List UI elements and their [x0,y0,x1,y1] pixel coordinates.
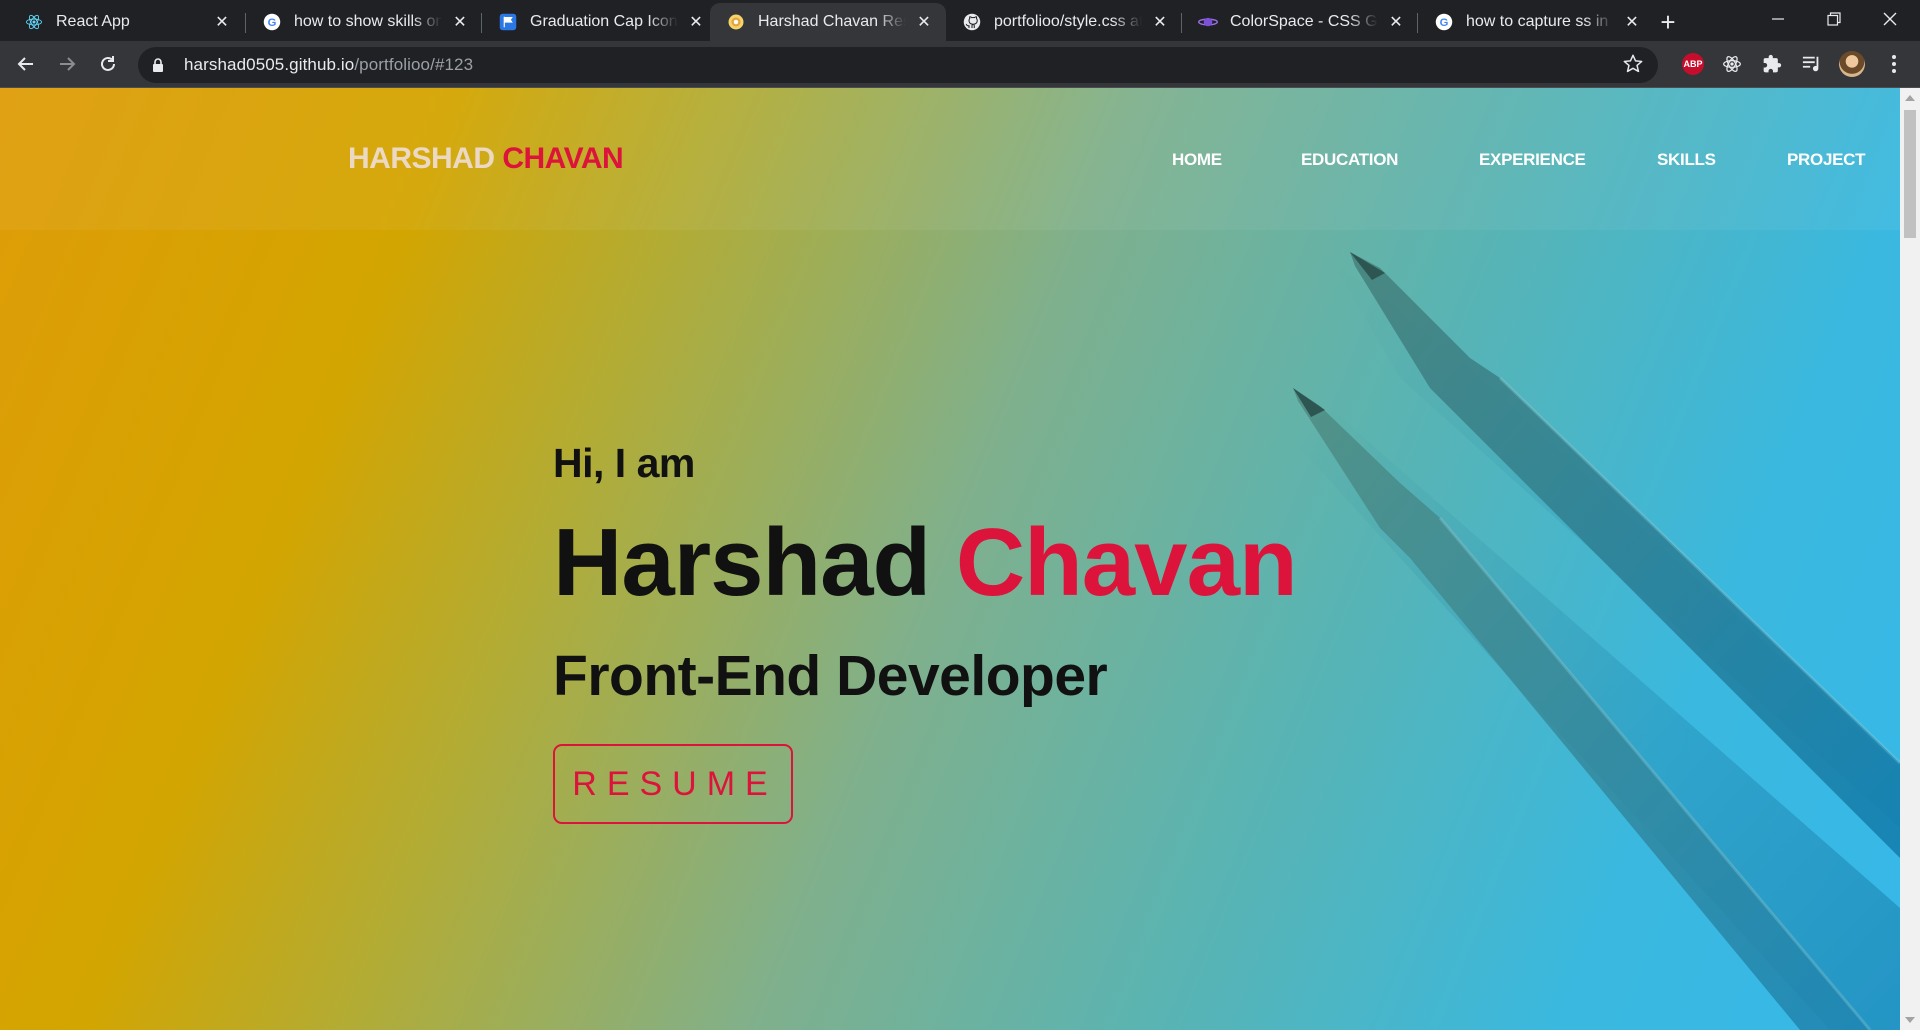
close-icon[interactable]: ✕ [450,12,470,32]
address-bar[interactable]: harshad0505.github.io/portfolioo/#123 [138,47,1658,83]
avatar [1839,51,1865,77]
close-icon[interactable]: ✕ [686,12,706,32]
nav-link-skills[interactable]: SKILLS [1657,150,1716,170]
scroll-up-arrow-icon[interactable] [1905,95,1915,101]
page-scrollbar[interactable] [1900,88,1920,1030]
site-navbar: HARSHAD CHAVAN HOME EDUCATION EXPERIENCE… [0,88,1900,230]
url-host: harshad0505.github.io [184,55,355,74]
browser-tab[interactable]: React App ✕ [8,3,244,41]
back-arrow-icon[interactable] [10,48,42,80]
scroll-down-arrow-icon[interactable] [1905,1017,1915,1023]
tab-title: Harshad Chavan Resum [758,13,906,30]
minimize-icon[interactable] [1750,0,1806,38]
profile-avatar[interactable] [1838,50,1866,78]
browser-toolbar: harshad0505.github.io/portfolioo/#123 AB… [0,41,1920,88]
close-icon[interactable]: ✕ [1622,12,1642,32]
browser-tab-active[interactable]: Harshad Chavan Resum ✕ [710,3,946,41]
github-icon [962,12,982,32]
nav-link-project[interactable]: PROJECT [1787,150,1866,170]
lock-icon [152,57,166,73]
close-icon[interactable]: ✕ [212,12,232,32]
tab-title: how to show skills on w [294,13,442,30]
resume-button[interactable]: RESUME [553,744,793,824]
window-close-icon[interactable] [1862,0,1918,38]
media-queue-icon[interactable] [1798,50,1826,78]
brand-first-name: HARSHAD [348,142,495,175]
google-icon: G [1434,12,1454,32]
tab-title: how to capture ss in lap [1466,13,1614,30]
hero-name: Harshad Chavan [553,508,1298,618]
extensions-puzzle-icon[interactable] [1758,50,1786,78]
job-title: Front-End Developer [553,644,1108,708]
colorspace-icon [1198,12,1218,32]
react-devtools-icon[interactable] [1718,50,1746,78]
url-text: harshad0505.github.io/portfolioo/#123 [184,55,473,75]
close-icon[interactable]: ✕ [1150,12,1170,32]
bookmark-star-icon[interactable] [1622,53,1644,80]
adblock-label: ABP [1682,53,1704,75]
browser-tab[interactable]: G how to show skills on w ✕ [246,3,482,41]
hero-section: HARSHAD CHAVAN HOME EDUCATION EXPERIENCE… [0,88,1900,1030]
close-icon[interactable]: ✕ [1386,12,1406,32]
hero-first-name: Harshad [553,509,931,616]
nav-link-education[interactable]: EDUCATION [1301,150,1398,170]
url-path: /portfolioo/#123 [354,55,474,74]
tab-title: portfolioo/style.css at m [994,13,1142,30]
greeting-text: Hi, I am [553,440,695,486]
react-icon [24,12,44,32]
browser-tab[interactable]: Graduation Cap Icon | F ✕ [482,3,718,41]
forward-arrow-icon[interactable] [51,48,83,80]
site-favicon [726,12,746,32]
site-logo[interactable]: HARSHAD CHAVAN [348,142,624,176]
more-menu-icon[interactable] [1880,50,1908,78]
nav-link-home[interactable]: HOME [1172,150,1222,170]
svg-text:G: G [268,17,277,29]
tab-title: ColorSpace - CSS Grad [1230,13,1378,30]
adblock-icon[interactable]: ABP [1679,50,1707,78]
restore-icon[interactable] [1806,0,1862,38]
google-icon: G [262,12,282,32]
hero-last-name: Chavan [955,509,1298,616]
new-tab-button[interactable]: + [1652,6,1684,38]
tab-strip: React App ✕ G how to show skills on w ✕ … [0,0,1920,41]
scrollbar-thumb[interactable] [1904,110,1916,238]
brand-last-name: CHAVAN [502,142,624,175]
tab-title: React App [56,13,130,30]
browser-tab[interactable]: G how to capture ss in lap ✕ [1418,3,1654,41]
browser-tab[interactable]: ColorSpace - CSS Grad ✕ [1182,3,1418,41]
svg-text:G: G [1440,17,1449,29]
nav-link-experience[interactable]: EXPERIENCE [1479,150,1586,170]
tab-title: Graduation Cap Icon | F [530,13,678,30]
reload-icon[interactable] [92,48,124,80]
browser-tab[interactable]: portfolioo/style.css at m ✕ [946,3,1182,41]
flag-icon [498,12,518,32]
close-icon[interactable]: ✕ [914,12,934,32]
